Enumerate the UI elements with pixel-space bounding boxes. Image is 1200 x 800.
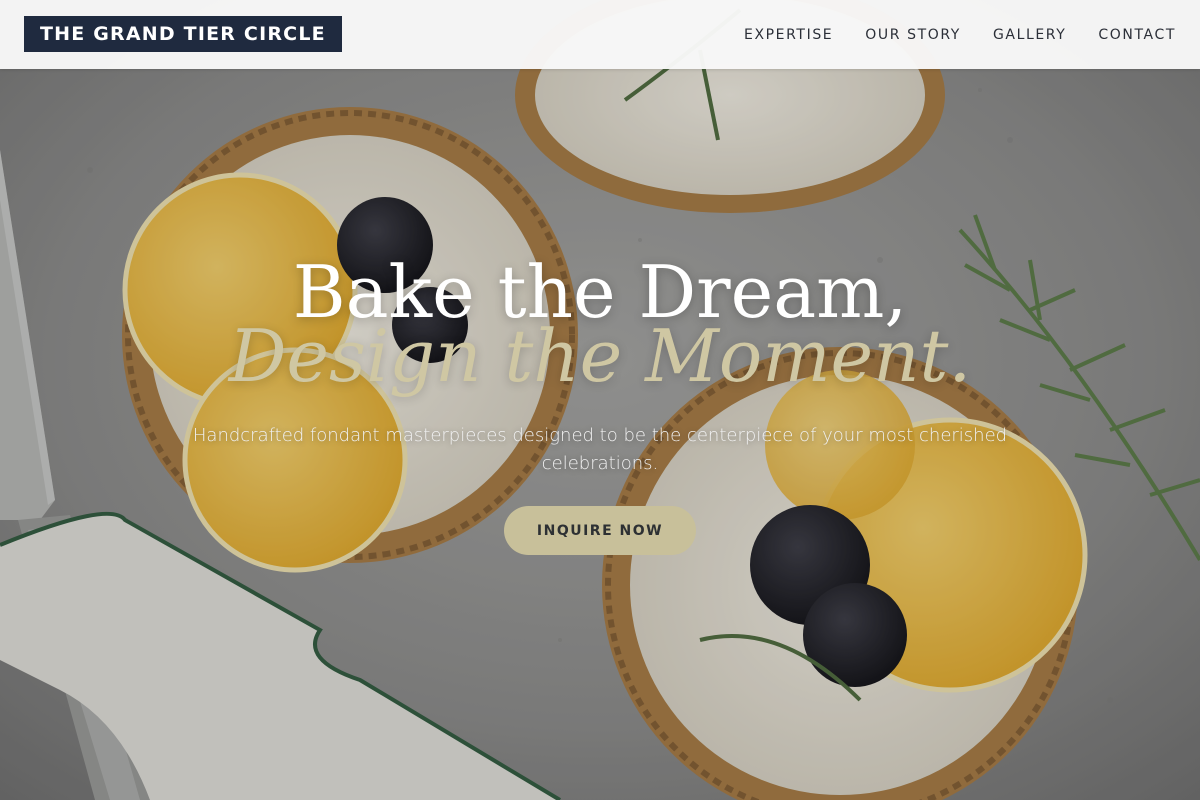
nav-link-contact[interactable]: CONTACT xyxy=(1098,27,1176,43)
nav-link-gallery[interactable]: GALLERY xyxy=(993,27,1066,43)
landing-page: THE GRAND TIER CIRCLE EXPERTISE OUR STOR… xyxy=(0,0,1200,800)
nav-link-our-story[interactable]: OUR STORY xyxy=(865,27,961,43)
hero-subtext: Handcrafted fondant masterpieces designe… xyxy=(192,425,1008,474)
main-nav: EXPERTISE OUR STORY GALLERY CONTACT xyxy=(744,0,1176,69)
site-header: THE GRAND TIER CIRCLE EXPERTISE OUR STOR… xyxy=(0,0,1200,69)
site-logo[interactable]: THE GRAND TIER CIRCLE xyxy=(24,16,342,52)
hero-content: Bake the Dream, Design the Moment. Handc… xyxy=(0,250,1200,555)
nav-link-expertise[interactable]: EXPERTISE xyxy=(744,27,833,43)
hero-headline-italic: Design the Moment. xyxy=(228,314,972,398)
inquire-now-button[interactable]: INQUIRE NOW xyxy=(504,506,696,555)
